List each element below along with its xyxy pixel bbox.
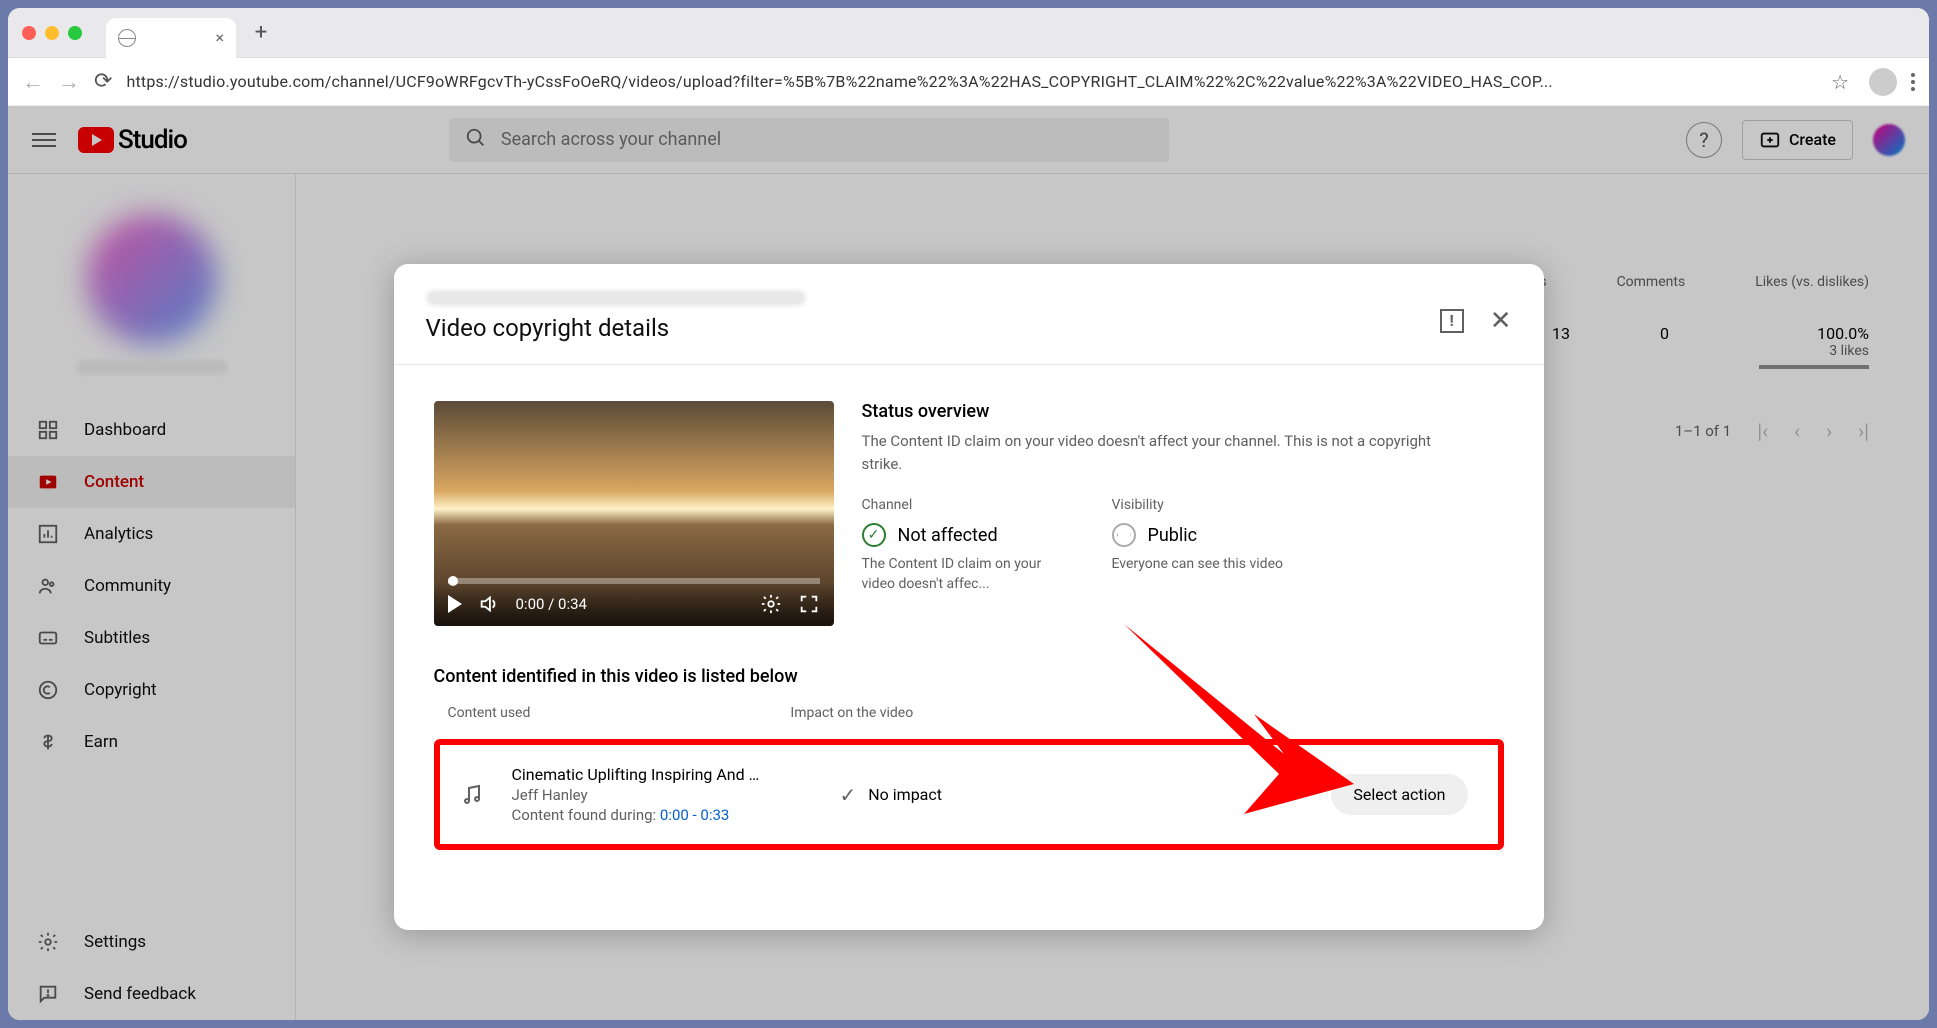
- visibility-status: Visibility Public Everyone can see this …: [1112, 497, 1302, 594]
- minimize-window-icon[interactable]: [45, 26, 59, 40]
- browser-toolbar: ← → ⟳ https://studio.youtube.com/channel…: [8, 58, 1929, 106]
- close-window-icon[interactable]: [22, 26, 36, 40]
- address-bar[interactable]: https://studio.youtube.com/channel/UCF9o…: [126, 72, 1811, 91]
- listed-heading: Content identified in this video is list…: [434, 666, 1504, 687]
- check-icon: ✓: [840, 783, 857, 807]
- close-icon[interactable]: ✕: [1490, 306, 1512, 336]
- visibility-val: Public: [1148, 525, 1198, 546]
- star-icon[interactable]: ☆: [1825, 70, 1855, 94]
- back-icon[interactable]: ←: [22, 69, 44, 95]
- close-tab-icon[interactable]: ×: [215, 28, 224, 47]
- col-content-used: Content used: [448, 705, 531, 721]
- modal-title: Video copyright details: [426, 314, 806, 342]
- fullscreen-icon[interactable]: [798, 593, 820, 615]
- globe-icon: [1112, 523, 1136, 547]
- browser-window: × + ← → ⟳ https://studio.youtube.com/cha…: [8, 8, 1929, 1020]
- window-controls: [22, 26, 82, 40]
- status-desc: The Content ID claim on your video doesn…: [862, 430, 1432, 475]
- visibility-sub: Everyone can see this video: [1112, 555, 1302, 575]
- reload-icon[interactable]: ⟳: [94, 69, 112, 94]
- youtube-studio-app: Studio ? Create: [8, 106, 1929, 1020]
- copyright-modal: Video copyright details ✕ 0:00 / 0:34: [394, 264, 1544, 930]
- select-action-button[interactable]: Select action: [1331, 774, 1467, 815]
- new-tab-button[interactable]: +: [246, 20, 276, 45]
- channel-cat: Channel: [862, 497, 1052, 513]
- player-controls: 0:00 / 0:34: [434, 582, 834, 626]
- player-time: 0:00 / 0:34: [516, 595, 587, 613]
- report-icon[interactable]: [1440, 309, 1464, 333]
- channel-sub: The Content ID claim on your video doesn…: [862, 555, 1052, 594]
- impact-text: No impact: [868, 785, 942, 804]
- browser-tab-strip: × +: [8, 8, 1929, 58]
- maximize-window-icon[interactable]: [68, 26, 82, 40]
- forward-icon[interactable]: →: [58, 69, 80, 95]
- favicon-icon: [118, 29, 136, 47]
- visibility-cat: Visibility: [1112, 497, 1302, 513]
- profile-icon[interactable]: [1869, 68, 1897, 96]
- browser-tab[interactable]: ×: [106, 18, 236, 58]
- settings-icon[interactable]: [760, 593, 782, 615]
- channel-status: Channel ✓ Not affected The Content ID cla…: [862, 497, 1052, 594]
- claim-during-label: Content found during:: [512, 806, 660, 824]
- status-heading: Status overview: [862, 401, 1504, 422]
- browser-menu-icon[interactable]: [1911, 73, 1915, 91]
- col-impact: Impact on the video: [790, 705, 913, 721]
- music-note-icon: [460, 783, 484, 807]
- play-icon[interactable]: [448, 595, 462, 613]
- claim-artist: Jeff Hanley: [512, 786, 772, 804]
- claim-title: Cinematic Uplifting Inspiring And Mot…: [512, 765, 772, 784]
- breadcrumb-redacted: [426, 290, 806, 306]
- claim-range-link[interactable]: 0:00 - 0:33: [660, 806, 729, 824]
- channel-val: Not affected: [898, 525, 998, 546]
- check-circle-icon: ✓: [862, 523, 886, 547]
- claim-row-highlighted: Cinematic Uplifting Inspiring And Mot… J…: [434, 739, 1504, 850]
- video-player[interactable]: 0:00 / 0:34: [434, 401, 834, 626]
- volume-icon[interactable]: [478, 593, 500, 615]
